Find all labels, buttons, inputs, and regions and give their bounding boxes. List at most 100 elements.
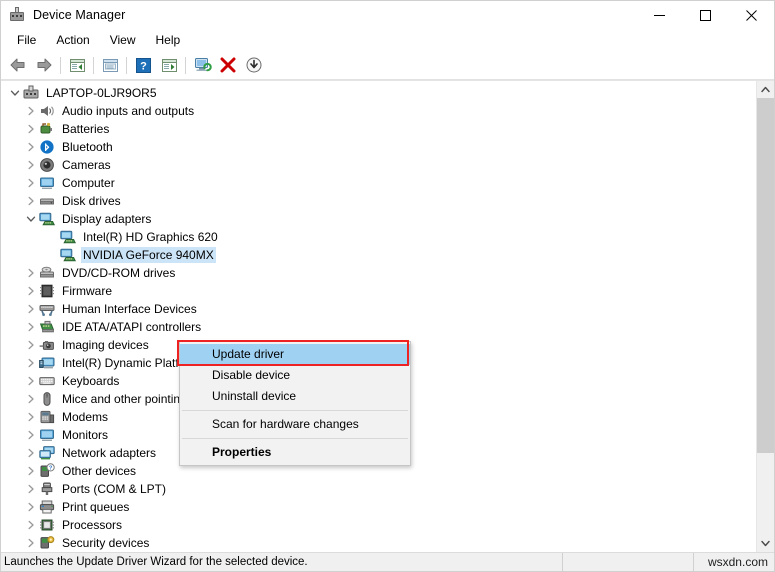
scroll-up-icon[interactable] xyxy=(757,81,774,98)
menu-view[interactable]: View xyxy=(100,30,146,50)
chevron-right-icon[interactable] xyxy=(25,502,36,513)
menu-file[interactable]: File xyxy=(7,30,46,50)
speaker-icon xyxy=(39,103,55,119)
firmware-chip-icon xyxy=(39,283,55,299)
chevron-right-icon[interactable] xyxy=(25,412,36,423)
tree-row[interactable]: Computer xyxy=(1,174,756,192)
chevron-right-icon[interactable] xyxy=(25,484,36,495)
processor-icon xyxy=(39,517,55,533)
properties-icon[interactable] xyxy=(97,53,123,77)
chevron-right-icon[interactable] xyxy=(25,178,36,189)
tree-row[interactable]: Intel(R) HD Graphics 620 xyxy=(1,228,756,246)
status-message: Launches the Update Driver Wizard for th… xyxy=(1,553,563,571)
chevron-down-icon[interactable] xyxy=(9,88,20,99)
tree-row[interactable]: Bluetooth xyxy=(1,138,756,156)
chevron-down-icon[interactable] xyxy=(25,214,36,225)
maximize-icon[interactable] xyxy=(682,1,728,29)
update-driver-icon[interactable] xyxy=(189,53,215,77)
chevron-right-icon[interactable] xyxy=(25,340,36,351)
tree-row[interactable]: Print queues xyxy=(1,498,756,516)
tree-row-label: Display adapters xyxy=(60,211,153,227)
display-adapter-icon xyxy=(60,229,76,245)
tree-row-label: Audio inputs and outputs xyxy=(60,103,196,119)
svg-text:?: ? xyxy=(49,466,53,472)
vertical-scrollbar[interactable] xyxy=(756,81,774,552)
status-pane-1 xyxy=(563,553,694,571)
context-menu-item[interactable]: Update driver xyxy=(180,344,410,365)
tree-row[interactable]: Ports (COM & LPT) xyxy=(1,480,756,498)
tree-row[interactable]: Display adapters xyxy=(1,210,756,228)
tree-row-label: Bluetooth xyxy=(60,139,115,155)
scan-hardware-changes-icon[interactable] xyxy=(241,53,267,77)
context-menu-item[interactable]: Disable device xyxy=(180,365,410,386)
tree-row[interactable]: Disk drives xyxy=(1,192,756,210)
tree-row[interactable]: Cameras xyxy=(1,156,756,174)
chevron-right-icon[interactable] xyxy=(25,322,36,333)
chevron-right-icon[interactable] xyxy=(25,520,36,531)
view-icon[interactable] xyxy=(156,53,182,77)
chevron-right-icon[interactable] xyxy=(25,106,36,117)
tree-row[interactable]: IDE ATA/ATAPI controllers xyxy=(1,318,756,336)
chevron-right-icon[interactable] xyxy=(25,394,36,405)
back-icon[interactable] xyxy=(5,53,31,77)
scroll-down-icon[interactable] xyxy=(757,535,774,552)
minimize-icon[interactable] xyxy=(636,1,682,29)
chevron-right-icon[interactable] xyxy=(25,358,36,369)
uninstall-device-icon[interactable] xyxy=(215,53,241,77)
toolbar-separator xyxy=(93,57,94,74)
forward-icon[interactable] xyxy=(31,53,57,77)
camera-icon xyxy=(39,157,55,173)
tree-row-label: Intel(R) HD Graphics 620 xyxy=(81,229,220,245)
tree-row-label: Firmware xyxy=(60,283,114,299)
tree-row[interactable]: DVD/CD-ROM drives xyxy=(1,264,756,282)
tree-row[interactable]: Batteries xyxy=(1,120,756,138)
svg-text:?: ? xyxy=(140,60,147,72)
tree-row-label: Human Interface Devices xyxy=(60,301,199,317)
chevron-right-icon[interactable] xyxy=(25,268,36,279)
window-title: Device Manager xyxy=(33,8,125,22)
context-menu-item[interactable]: Scan for hardware changes xyxy=(180,414,410,435)
tree-row[interactable]: Human Interface Devices xyxy=(1,300,756,318)
display-adapter-icon xyxy=(60,247,76,263)
chevron-right-icon[interactable] xyxy=(25,124,36,135)
menu-action[interactable]: Action xyxy=(46,30,99,50)
status-bar: Launches the Update Driver Wizard for th… xyxy=(1,552,774,571)
chevron-right-icon[interactable] xyxy=(25,376,36,387)
chevron-right-icon[interactable] xyxy=(25,448,36,459)
watermark: wsxdn.com xyxy=(694,553,774,571)
tree-spacer xyxy=(46,250,57,261)
battery-icon xyxy=(39,121,55,137)
network-adapter-icon xyxy=(39,445,55,461)
tree-row[interactable]: NVIDIA GeForce 940MX xyxy=(1,246,756,264)
context-menu-item[interactable]: Uninstall device xyxy=(180,386,410,407)
chevron-right-icon[interactable] xyxy=(25,304,36,315)
chevron-right-icon[interactable] xyxy=(25,286,36,297)
toolbar-separator xyxy=(185,57,186,74)
close-icon[interactable] xyxy=(728,1,774,29)
bluetooth-icon xyxy=(39,139,55,155)
chevron-right-icon[interactable] xyxy=(25,160,36,171)
window-controls xyxy=(636,1,774,29)
tree-row[interactable]: Audio inputs and outputs xyxy=(1,102,756,120)
help-icon[interactable]: ? xyxy=(130,53,156,77)
chevron-right-icon[interactable] xyxy=(25,196,36,207)
scrollbar-thumb[interactable] xyxy=(757,98,774,453)
chevron-right-icon[interactable] xyxy=(25,142,36,153)
tree-row[interactable]: Firmware xyxy=(1,282,756,300)
tree-row-label: Ports (COM & LPT) xyxy=(60,481,168,497)
show-hide-console-tree-icon[interactable] xyxy=(64,53,90,77)
tree-row[interactable]: Security devices xyxy=(1,534,756,552)
imaging-device-icon xyxy=(39,337,55,353)
chevron-right-icon[interactable] xyxy=(25,538,36,549)
context-menu-item[interactable]: Properties xyxy=(180,442,410,463)
other-device-icon: ? xyxy=(39,463,55,479)
tree-row[interactable]: Processors xyxy=(1,516,756,534)
context-menu[interactable]: Update driverDisable deviceUninstall dev… xyxy=(179,341,411,466)
port-icon xyxy=(39,481,55,497)
device-tree[interactable]: LAPTOP-0LJR9OR5Audio inputs and outputsB… xyxy=(1,81,756,552)
chevron-right-icon[interactable] xyxy=(25,430,36,441)
menu-help[interactable]: Help xyxy=(146,30,191,50)
tree-row[interactable]: LAPTOP-0LJR9OR5 xyxy=(1,84,756,102)
chevron-right-icon[interactable] xyxy=(25,466,36,477)
intel-platform-icon xyxy=(39,355,55,371)
